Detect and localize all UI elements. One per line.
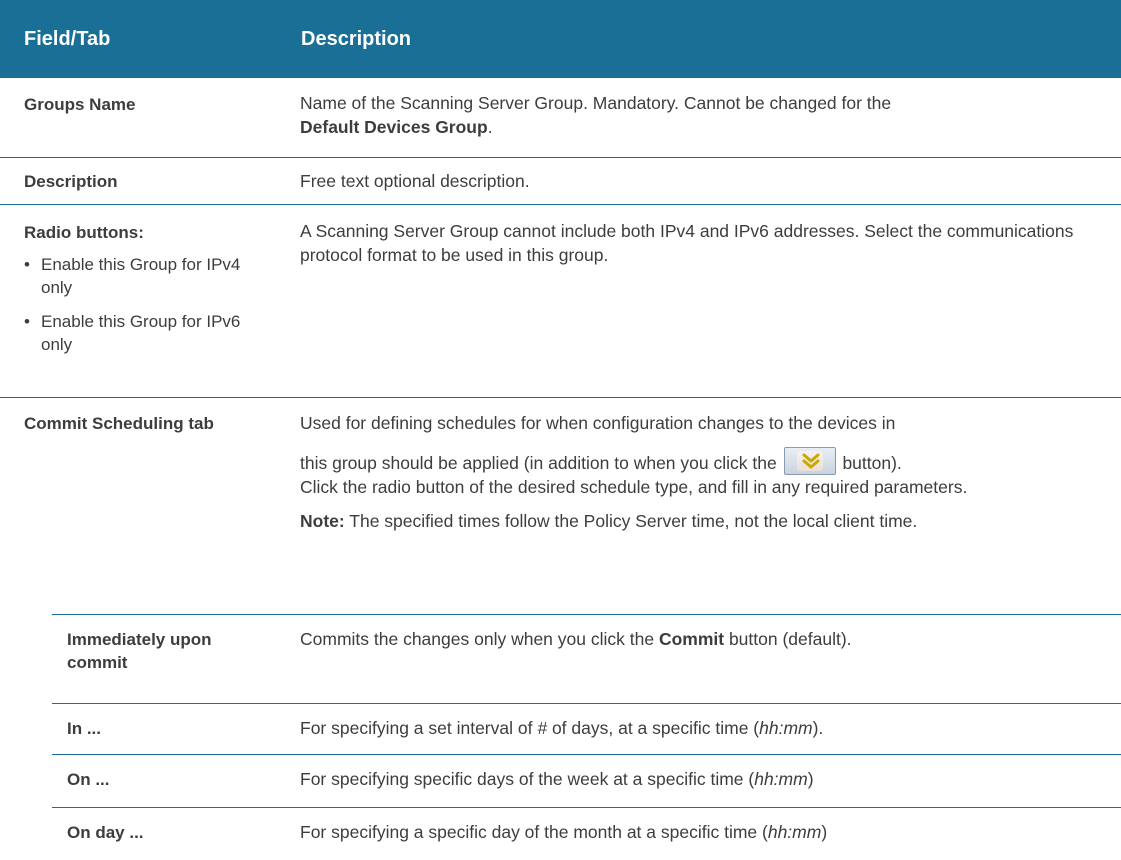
field-on-day: On day ... [67,823,144,842]
bullet-ipv4: Enable this Group for IPv4 only [24,253,256,299]
desc-on-day: For specifying a specific day of the mon… [300,822,828,842]
desc-description: Free text optional description. [300,171,530,191]
field-on: On ... [67,770,110,789]
header-field-tab: Field/Tab [24,28,111,50]
table-row-radio-buttons: Radio buttons: Enable this Group for IPv… [0,204,1121,397]
table-row-immediately: Immediately upon commit Commits the chan… [52,614,1121,703]
field-immediately: Immediately upon commit [67,630,212,672]
table-row-on: On ... For specifying specific days of t… [52,754,1121,807]
field-groups-name: Groups Name [24,95,136,114]
desc-immediately: Commits the changes only when you click … [300,629,852,649]
field-description: Description [24,172,118,191]
table-header: Field/Tab Description [0,0,1121,78]
desc-groups-name: Name of the Scanning Server Group. Manda… [300,93,892,137]
bullet-ipv6: Enable this Group for IPv6 only [24,310,256,356]
field-commit-scheduling: Commit Scheduling tab [24,414,214,433]
commit-icon [783,447,836,475]
field-description-table: Field/Tab Description Groups Name Name o… [0,0,1121,842]
header-description: Description [301,28,412,50]
desc-radio-buttons: A Scanning Server Group cannot include b… [300,221,1074,265]
table-row-commit-scheduling: Commit Scheduling tab Used for defining … [0,397,1121,614]
table-row-on-day: On day ... For specifying a specific day… [52,807,1121,860]
desc-commit-scheduling: Used for defining schedules for when con… [300,411,1110,533]
desc-in: For specifying a set interval of # of da… [300,718,824,738]
field-radio-buttons: Radio buttons: [24,223,144,242]
field-in: In ... [67,719,101,738]
note-commit-scheduling: Note: The specified times follow the Pol… [300,511,918,531]
table-row-groups-name: Groups Name Name of the Scanning Server … [0,78,1121,156]
table-row-in: In ... For specifying a set interval of … [52,703,1121,754]
table-row-description: Description Free text optional descripti… [0,157,1121,204]
desc-on: For specifying specific days of the week… [300,769,814,789]
